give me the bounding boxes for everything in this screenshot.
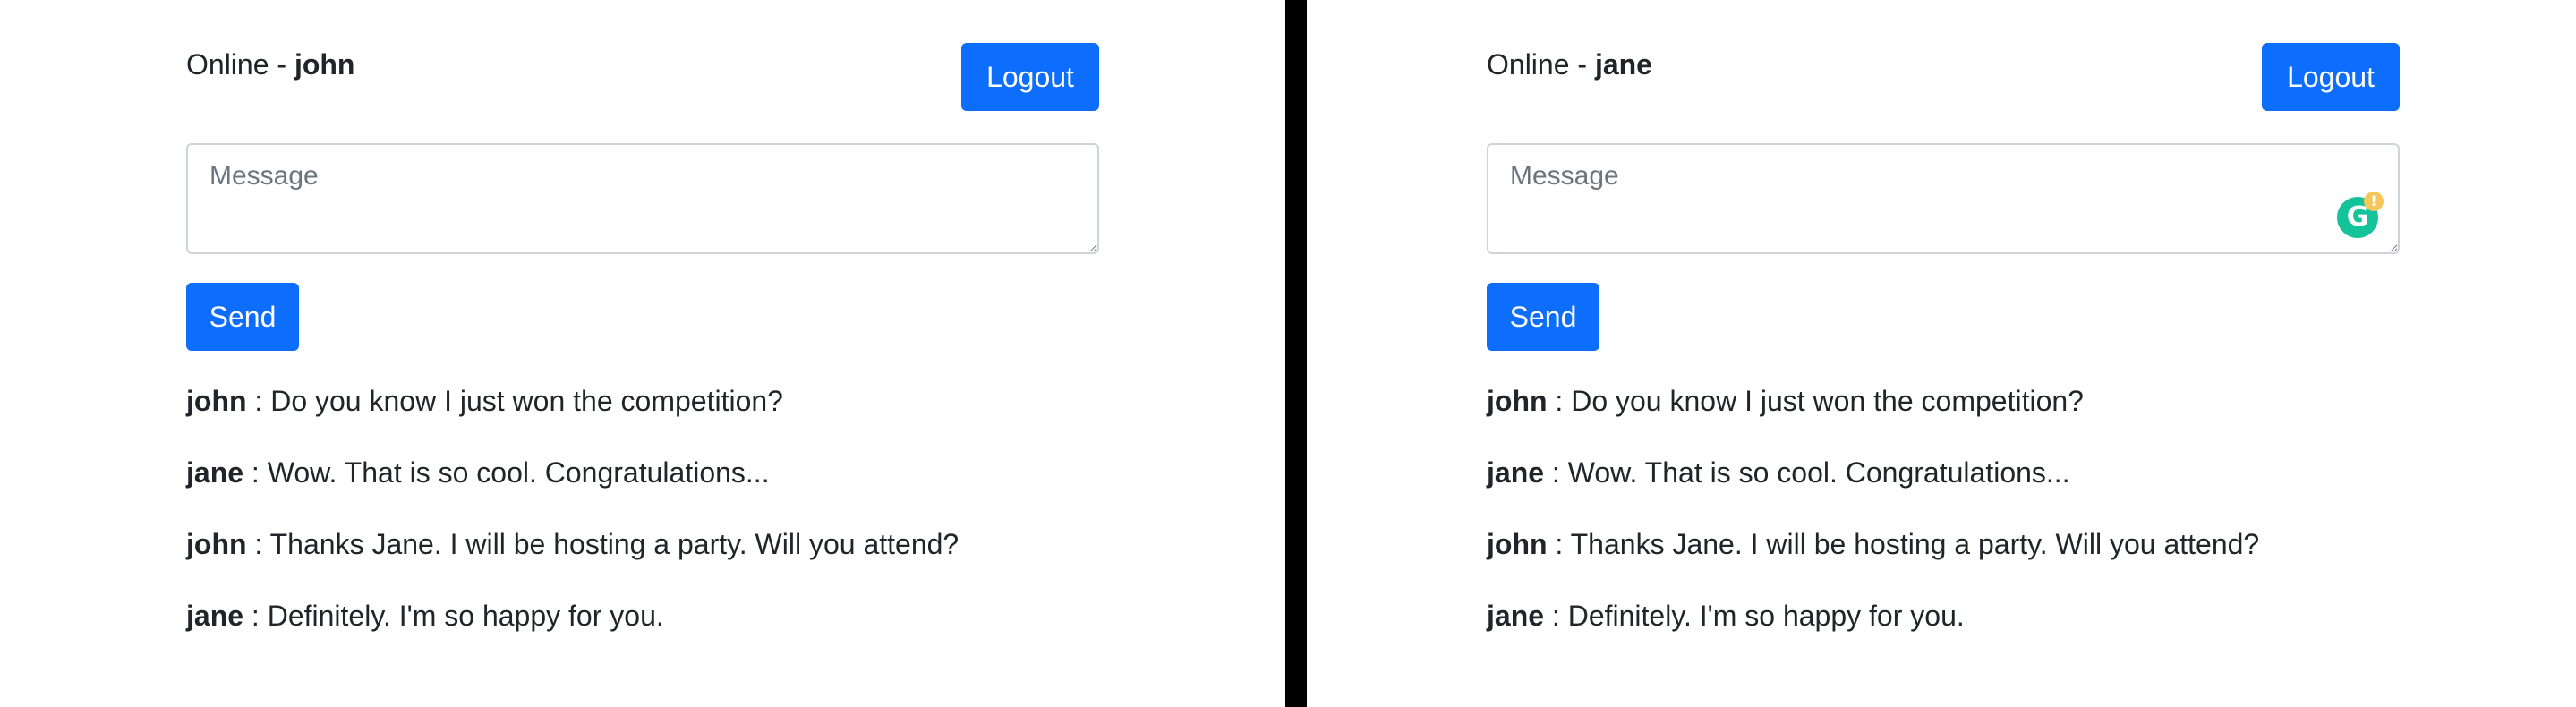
message-sender: jane bbox=[1487, 600, 1545, 632]
message-separator: : bbox=[1544, 456, 1568, 489]
message-separator: : bbox=[1547, 528, 1571, 560]
chat-window-john: Online - john Logout Send john : Do you … bbox=[0, 0, 1285, 707]
online-status: Online - jane bbox=[1487, 47, 1652, 82]
message-text: Thanks Jane. I will be hosting a party. … bbox=[1570, 528, 2260, 560]
message-separator: : bbox=[243, 456, 268, 489]
message-separator: : bbox=[1547, 385, 1572, 417]
grammarly-icon[interactable]: G ! bbox=[2337, 192, 2384, 238]
message-sender: john bbox=[186, 528, 247, 560]
chat-window-jane: Online - jane Logout G ! Send john : Do … bbox=[1307, 0, 2576, 707]
message-item: john : Do you know I just won the compet… bbox=[1487, 383, 2259, 419]
window-divider bbox=[1285, 0, 1307, 707]
message-list: john : Do you know I just won the compet… bbox=[186, 383, 959, 669]
message-input[interactable] bbox=[186, 143, 1099, 254]
logout-button[interactable]: Logout bbox=[961, 43, 1099, 111]
message-sender: john bbox=[1487, 528, 1548, 560]
message-sender: jane bbox=[186, 600, 244, 632]
message-text: Do you know I just won the competition? bbox=[270, 385, 783, 417]
message-text: Do you know I just won the competition? bbox=[1571, 385, 2084, 417]
message-separator: : bbox=[246, 528, 270, 560]
online-status-prefix: Online - bbox=[186, 48, 294, 81]
message-text: Wow. That is so cool. Congratulations... bbox=[267, 456, 770, 489]
message-item: jane : Definitely. I'm so happy for you. bbox=[1487, 598, 2259, 634]
message-sender: john bbox=[1487, 385, 1548, 417]
message-box: G ! bbox=[1487, 143, 2400, 254]
message-sender: jane bbox=[1487, 456, 1545, 489]
message-box bbox=[186, 143, 1099, 254]
message-separator: : bbox=[1544, 600, 1568, 632]
current-username: john bbox=[294, 48, 355, 81]
message-sender: jane bbox=[186, 456, 244, 489]
send-button[interactable]: Send bbox=[1487, 283, 1599, 351]
message-text: Wow. That is so cool. Congratulations... bbox=[1567, 456, 2070, 489]
message-item: john : Thanks Jane. I will be hosting a … bbox=[186, 526, 959, 562]
message-separator: : bbox=[243, 600, 268, 632]
screen: Online - john Logout Send john : Do you … bbox=[0, 0, 2576, 707]
message-sender: john bbox=[186, 385, 247, 417]
message-list: john : Do you know I just won the compet… bbox=[1487, 383, 2259, 669]
message-text: Definitely. I'm so happy for you. bbox=[1567, 600, 1965, 632]
online-status: Online - john bbox=[186, 47, 354, 82]
message-input[interactable] bbox=[1487, 143, 2400, 254]
message-item: john : Thanks Jane. I will be hosting a … bbox=[1487, 526, 2259, 562]
grammarly-alert-icon: ! bbox=[2364, 192, 2384, 211]
message-separator: : bbox=[246, 385, 271, 417]
message-item: jane : Definitely. I'm so happy for you. bbox=[186, 598, 959, 634]
message-item: jane : Wow. That is so cool. Congratulat… bbox=[1487, 455, 2259, 490]
current-username: jane bbox=[1594, 48, 1652, 81]
message-item: jane : Wow. That is so cool. Congratulat… bbox=[186, 455, 959, 490]
message-text: Definitely. I'm so happy for you. bbox=[267, 600, 664, 632]
message-text: Thanks Jane. I will be hosting a party. … bbox=[269, 528, 960, 560]
online-status-prefix: Online - bbox=[1487, 48, 1595, 81]
send-button[interactable]: Send bbox=[186, 283, 299, 351]
message-item: john : Do you know I just won the compet… bbox=[186, 383, 959, 419]
logout-button[interactable]: Logout bbox=[2262, 43, 2400, 111]
